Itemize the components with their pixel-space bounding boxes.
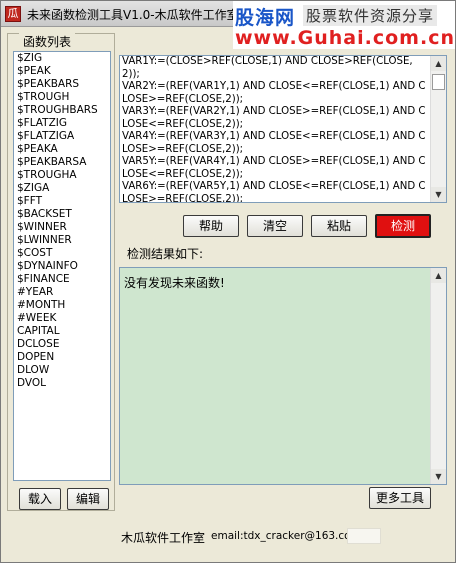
footer-email: email:tdx_cracker@163.com [211,530,361,542]
scroll-thumb[interactable] [432,74,445,90]
scroll-up-arrow-icon[interactable]: ▲ [431,56,446,71]
formula-code-textarea[interactable]: VAR1Y:=(CLOSE>REF(CLOSE,1) AND CLOSE>REF… [119,55,447,203]
function-list-item[interactable]: DOPEN [14,351,110,364]
function-list-item[interactable]: $FINANCE [14,273,110,286]
function-list-item[interactable]: #MONTH [14,299,110,312]
paste-button[interactable]: 粘贴 [311,215,367,237]
function-list-label: 函数列表 [19,33,76,50]
load-button[interactable]: 载入 [19,488,61,510]
result-scrollbar[interactable]: ▲ ▼ [430,268,446,484]
guhai-watermark-banner: 股海网 股票软件资源分享 www.Guhai.com.cn [233,1,455,49]
function-list-item[interactable]: $PEAKBARS [14,78,110,91]
function-list-item[interactable]: $PEAKA [14,143,110,156]
function-list-item[interactable]: $FLATZIGA [14,130,110,143]
scroll-down-arrow-icon[interactable]: ▼ [431,187,446,202]
function-list-item[interactable]: $TROUGHBARS [14,104,110,117]
function-list-item[interactable]: #YEAR [14,286,110,299]
function-list-item[interactable]: $WINNER [14,221,110,234]
banner-brand: 股海网 [235,7,296,29]
function-list-item[interactable]: $BACKSET [14,208,110,221]
function-list-item[interactable]: $LWINNER [14,234,110,247]
function-listbox[interactable]: $ZIG $PEAK $PEAKBARS $TROUGH $TROUGHBARS $FLA… [13,51,111,481]
result-textarea[interactable]: 没有发现未来函数! ▲ ▼ [119,267,447,485]
clear-button[interactable]: 清空 [247,215,303,237]
function-list-item[interactable]: DCLOSE [14,338,110,351]
function-list-item[interactable]: $PEAK [14,65,110,78]
function-list-item[interactable]: CAPITAL [14,325,110,338]
scroll-up-arrow-icon[interactable]: ▲ [431,268,446,283]
function-list-item[interactable]: $ZIG [14,52,110,65]
app-logo-icon: 瓜 [5,6,21,22]
function-list-item[interactable]: $TROUGHA [14,169,110,182]
result-label: 检测结果如下: [127,247,204,261]
footer-studio-name: 木瓜软件工作室 [121,531,206,545]
function-list-item[interactable]: DVOL [14,377,110,390]
window-title: 未来函数检测工具V1.0-木瓜软件工作室 [27,8,239,22]
banner-url: www.Guhai.com.cn [235,27,455,49]
help-button[interactable]: 帮助 [183,215,239,237]
more-tools-button[interactable]: 更多工具 [369,487,431,509]
function-list-item[interactable]: $COST [14,247,110,260]
banner-slogan: 股票软件资源分享 [303,5,438,26]
function-list-item[interactable]: $PEAKBARSA [14,156,110,169]
function-list-item[interactable]: DLOW [14,364,110,377]
function-list-item[interactable]: $FFT [14,195,110,208]
main-window: 瓜 未来函数检测工具V1.0-木瓜软件工作室 股海网 股票软件资源分享 www.… [0,0,456,563]
function-list-item[interactable]: $TROUGH [14,91,110,104]
function-list-item[interactable]: #WEEK [14,312,110,325]
scroll-down-arrow-icon[interactable]: ▼ [431,469,446,484]
function-list-item[interactable]: $FLATZIG [14,117,110,130]
function-list-item[interactable]: $DYNAINFO [14,260,110,273]
formula-code-text: VAR1Y:=(CLOSE>REF(CLOSE,1) AND CLOSE>REF… [122,56,426,203]
detect-button[interactable]: 检测 [375,214,431,238]
edit-button[interactable]: 编辑 [67,488,109,510]
footer-status-field [347,528,381,544]
result-text: 没有发现未来函数! [124,276,225,290]
code-scrollbar[interactable]: ▲ ▼ [430,56,446,202]
function-list-item[interactable]: $ZIGA [14,182,110,195]
